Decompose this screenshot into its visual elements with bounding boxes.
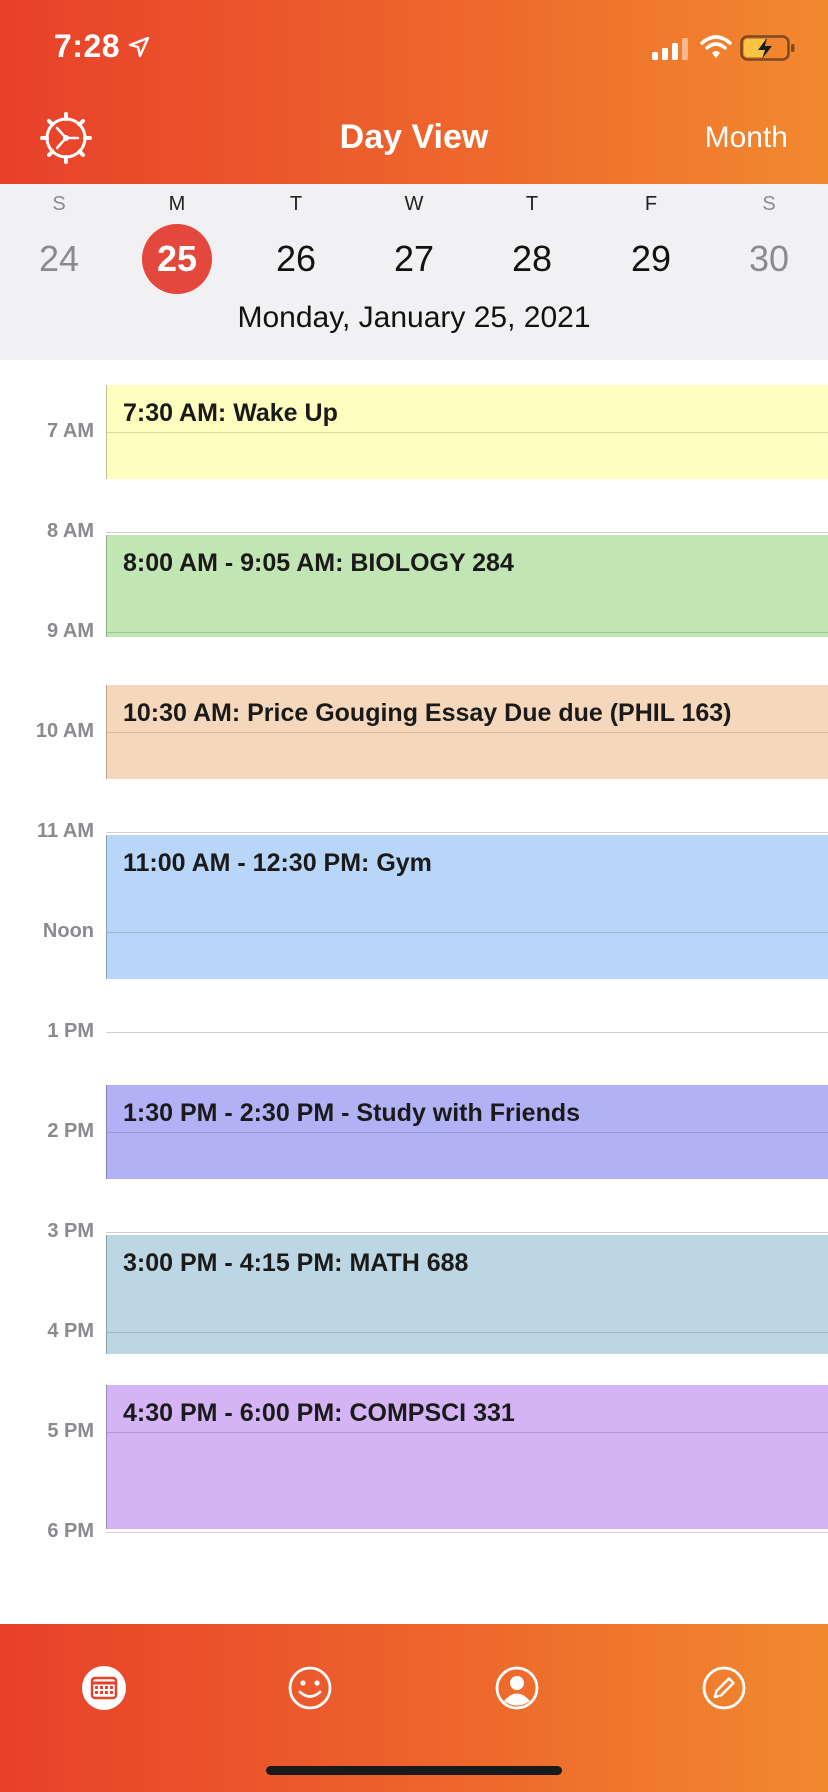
hour-gridline <box>106 1532 828 1533</box>
day-of-week-label: T <box>525 193 539 215</box>
hour-label: 4 PM <box>47 1320 94 1342</box>
day-number: 28 <box>511 238 553 279</box>
day-2[interactable]: T 26 <box>237 184 355 304</box>
day-0[interactable]: S 24 <box>0 184 118 304</box>
hour-label: 9 AM <box>46 620 94 642</box>
event-hour-line <box>107 432 828 433</box>
selected-full-date: Monday, January 25, 2021 <box>237 301 591 334</box>
event-hour-line <box>107 632 828 633</box>
hour-label: 10 AM <box>35 720 94 742</box>
day-number-wrap: 28 <box>497 224 567 294</box>
cellular-signal-icon <box>652 38 688 60</box>
day-number: 25 <box>156 238 198 279</box>
day-of-week-label: T <box>289 193 303 215</box>
day-number-wrap: 27 <box>379 224 449 294</box>
hour-label: 2 PM <box>47 1120 94 1142</box>
battery-charging-icon <box>740 35 795 61</box>
event-block[interactable]: 1:30 PM - 2:30 PM - Study with Friends <box>106 1085 828 1179</box>
hour-gridline <box>106 532 828 533</box>
day-number: 24 <box>38 238 80 279</box>
month-view-button[interactable]: Month <box>705 121 788 155</box>
day-4[interactable]: T 28 <box>473 184 591 304</box>
hour-label: 7 AM <box>46 420 94 442</box>
day-number: 30 <box>748 238 790 279</box>
day-of-week-label: W <box>404 193 424 215</box>
event-block[interactable]: 11:00 AM - 12:30 PM: Gym <box>106 835 828 979</box>
app-header: 7:28 Day View Month <box>0 0 828 184</box>
event-title: 11:00 AM - 12:30 PM: Gym <box>123 849 432 877</box>
hour-label: Noon <box>42 920 94 942</box>
day-5[interactable]: F 29 <box>592 184 710 304</box>
week-strip: Monday, January 25, 2021 S 24 M 25 T 26 W 27 T 28… <box>0 184 828 360</box>
day-6[interactable]: S 30 <box>710 184 828 304</box>
day-of-week-label: S <box>762 193 776 215</box>
wifi-icon <box>700 35 732 58</box>
edit-pencil-icon[interactable] <box>700 1664 748 1712</box>
day-number: 27 <box>393 238 435 279</box>
day-of-week-label: S <box>52 193 66 215</box>
hour-gridline <box>106 1032 828 1033</box>
event-title: 8:00 AM - 9:05 AM: BIOLOGY 284 <box>123 549 514 577</box>
day-timeline[interactable]: 7 AM 8 AM 9 AM 10 AM 11 AM Noon 1 PM 2 PM 3 PM 4 … <box>0 360 828 1624</box>
status-time: 7:28 <box>54 28 121 64</box>
event-hour-line <box>107 732 828 733</box>
day-of-week-label: F <box>644 193 658 215</box>
location-arrow-icon <box>128 36 150 58</box>
hour-label: 1 PM <box>47 1020 94 1042</box>
smiley-icon[interactable] <box>286 1664 334 1712</box>
day-of-week-label: M <box>168 193 186 215</box>
hour-label: 11 AM <box>36 820 94 842</box>
day-3[interactable]: W 27 <box>355 184 473 304</box>
hour-gridline <box>106 832 828 833</box>
profile-icon[interactable] <box>493 1664 541 1712</box>
event-block[interactable]: 3:00 PM - 4:15 PM: MATH 688 <box>106 1235 828 1354</box>
day-number-wrap: 29 <box>616 224 686 294</box>
event-block[interactable]: 10:30 AM: Price Gouging Essay Due due (P… <box>106 685 828 779</box>
hour-label: 8 AM <box>46 520 94 542</box>
event-hour-line <box>107 1132 828 1133</box>
event-title: 7:30 AM: Wake Up <box>123 399 338 427</box>
day-number-wrap: 24 <box>24 224 94 294</box>
home-indicator <box>266 1766 562 1775</box>
event-hour-line <box>107 932 828 933</box>
day-number-wrap: 26 <box>261 224 331 294</box>
event-hour-line <box>107 1332 828 1333</box>
event-hour-line <box>107 1432 828 1433</box>
event-title: 10:30 AM: Price Gouging Essay Due due (P… <box>123 699 732 727</box>
hour-label: 3 PM <box>47 1220 94 1242</box>
day-number: 26 <box>275 238 317 279</box>
event-title: 3:00 PM - 4:15 PM: MATH 688 <box>123 1249 469 1277</box>
event-block[interactable]: 7:30 AM: Wake Up <box>106 385 828 479</box>
day-1[interactable]: M 25 <box>118 184 236 304</box>
calendar-icon[interactable] <box>80 1664 128 1712</box>
hour-gridline <box>106 1232 828 1233</box>
selected-day-circle: 25 <box>142 224 212 294</box>
event-title: 4:30 PM - 6:00 PM: COMPSCI 331 <box>123 1399 515 1427</box>
event-block[interactable]: 8:00 AM - 9:05 AM: BIOLOGY 284 <box>106 535 828 638</box>
event-block[interactable]: 4:30 PM - 6:00 PM: COMPSCI 331 <box>106 1385 828 1529</box>
hour-label: 5 PM <box>47 1420 94 1442</box>
hour-label: 6 PM <box>47 1520 94 1542</box>
day-number: 29 <box>630 238 672 279</box>
event-title: 1:30 PM - 2:30 PM - Study with Friends <box>123 1099 581 1127</box>
day-number-wrap: 30 <box>734 224 804 294</box>
